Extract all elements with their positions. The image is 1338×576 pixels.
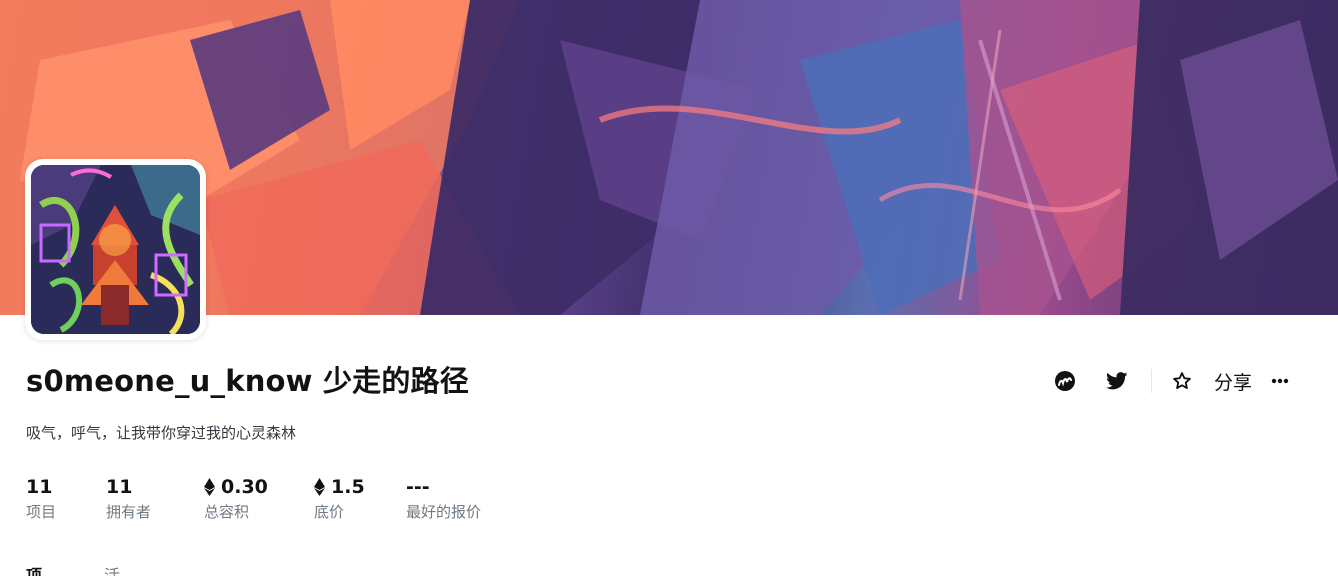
- eth-icon: [314, 478, 325, 496]
- stat-items[interactable]: 11 项目: [26, 476, 56, 522]
- stat-value: 11: [106, 476, 151, 498]
- twitter-icon: [1106, 372, 1128, 390]
- collection-page: s0meone_u_know 少走的路径 分享 吸气，呼气，让我带你穿过我的心灵…: [0, 0, 1338, 576]
- more-icon: [1271, 378, 1289, 384]
- stat-number: 1.5: [331, 476, 365, 498]
- stat-owners[interactable]: 11 拥有者: [106, 476, 151, 522]
- share-button[interactable]: 分享: [1214, 368, 1252, 395]
- favorite-share-group: 分享: [1162, 364, 1252, 398]
- stat-label: 项目: [26, 503, 57, 521]
- stat-volume[interactable]: 0.30 总容积: [204, 476, 268, 522]
- twitter-button[interactable]: [1097, 364, 1137, 398]
- stat-value: 0.30: [204, 476, 268, 498]
- favorite-button[interactable]: [1162, 364, 1202, 398]
- tab-items[interactable]: 项: [26, 562, 42, 576]
- stat-best-offer[interactable]: --- 最好的报价: [406, 476, 481, 522]
- collection-description: 吸气，呼气，让我带你穿过我的心灵森林: [26, 424, 297, 442]
- stat-number: 11: [106, 476, 133, 498]
- website-button[interactable]: [1045, 364, 1085, 398]
- avatar-image: [31, 165, 200, 334]
- stat-value: 1.5: [314, 476, 365, 498]
- stat-label: 总容积: [204, 503, 250, 521]
- eth-icon: [204, 478, 215, 496]
- collection-avatar: [25, 159, 206, 340]
- stat-number: 0.30: [221, 476, 268, 498]
- collection-actions: 分享: [1045, 364, 1300, 398]
- stat-floor-price[interactable]: 1.5 底价: [314, 476, 365, 522]
- stat-label: 拥有者: [106, 503, 152, 521]
- stat-value: 11: [26, 476, 56, 498]
- stat-number: ---: [406, 476, 430, 498]
- opensea-activity-icon: [1054, 371, 1075, 391]
- collection-title: s0meone_u_know 少走的路径: [26, 364, 469, 398]
- avatar-artwork: [31, 165, 200, 334]
- stat-label: 底价: [314, 503, 345, 521]
- collection-tabs: 项 活: [26, 562, 182, 576]
- tab-activity[interactable]: 活: [104, 562, 120, 576]
- stat-number: 11: [26, 476, 53, 498]
- stat-label: 最好的报价: [406, 503, 482, 521]
- star-icon: [1173, 372, 1191, 389]
- stat-value: ---: [406, 476, 481, 498]
- more-button[interactable]: [1260, 364, 1300, 398]
- actions-divider: [1150, 369, 1152, 393]
